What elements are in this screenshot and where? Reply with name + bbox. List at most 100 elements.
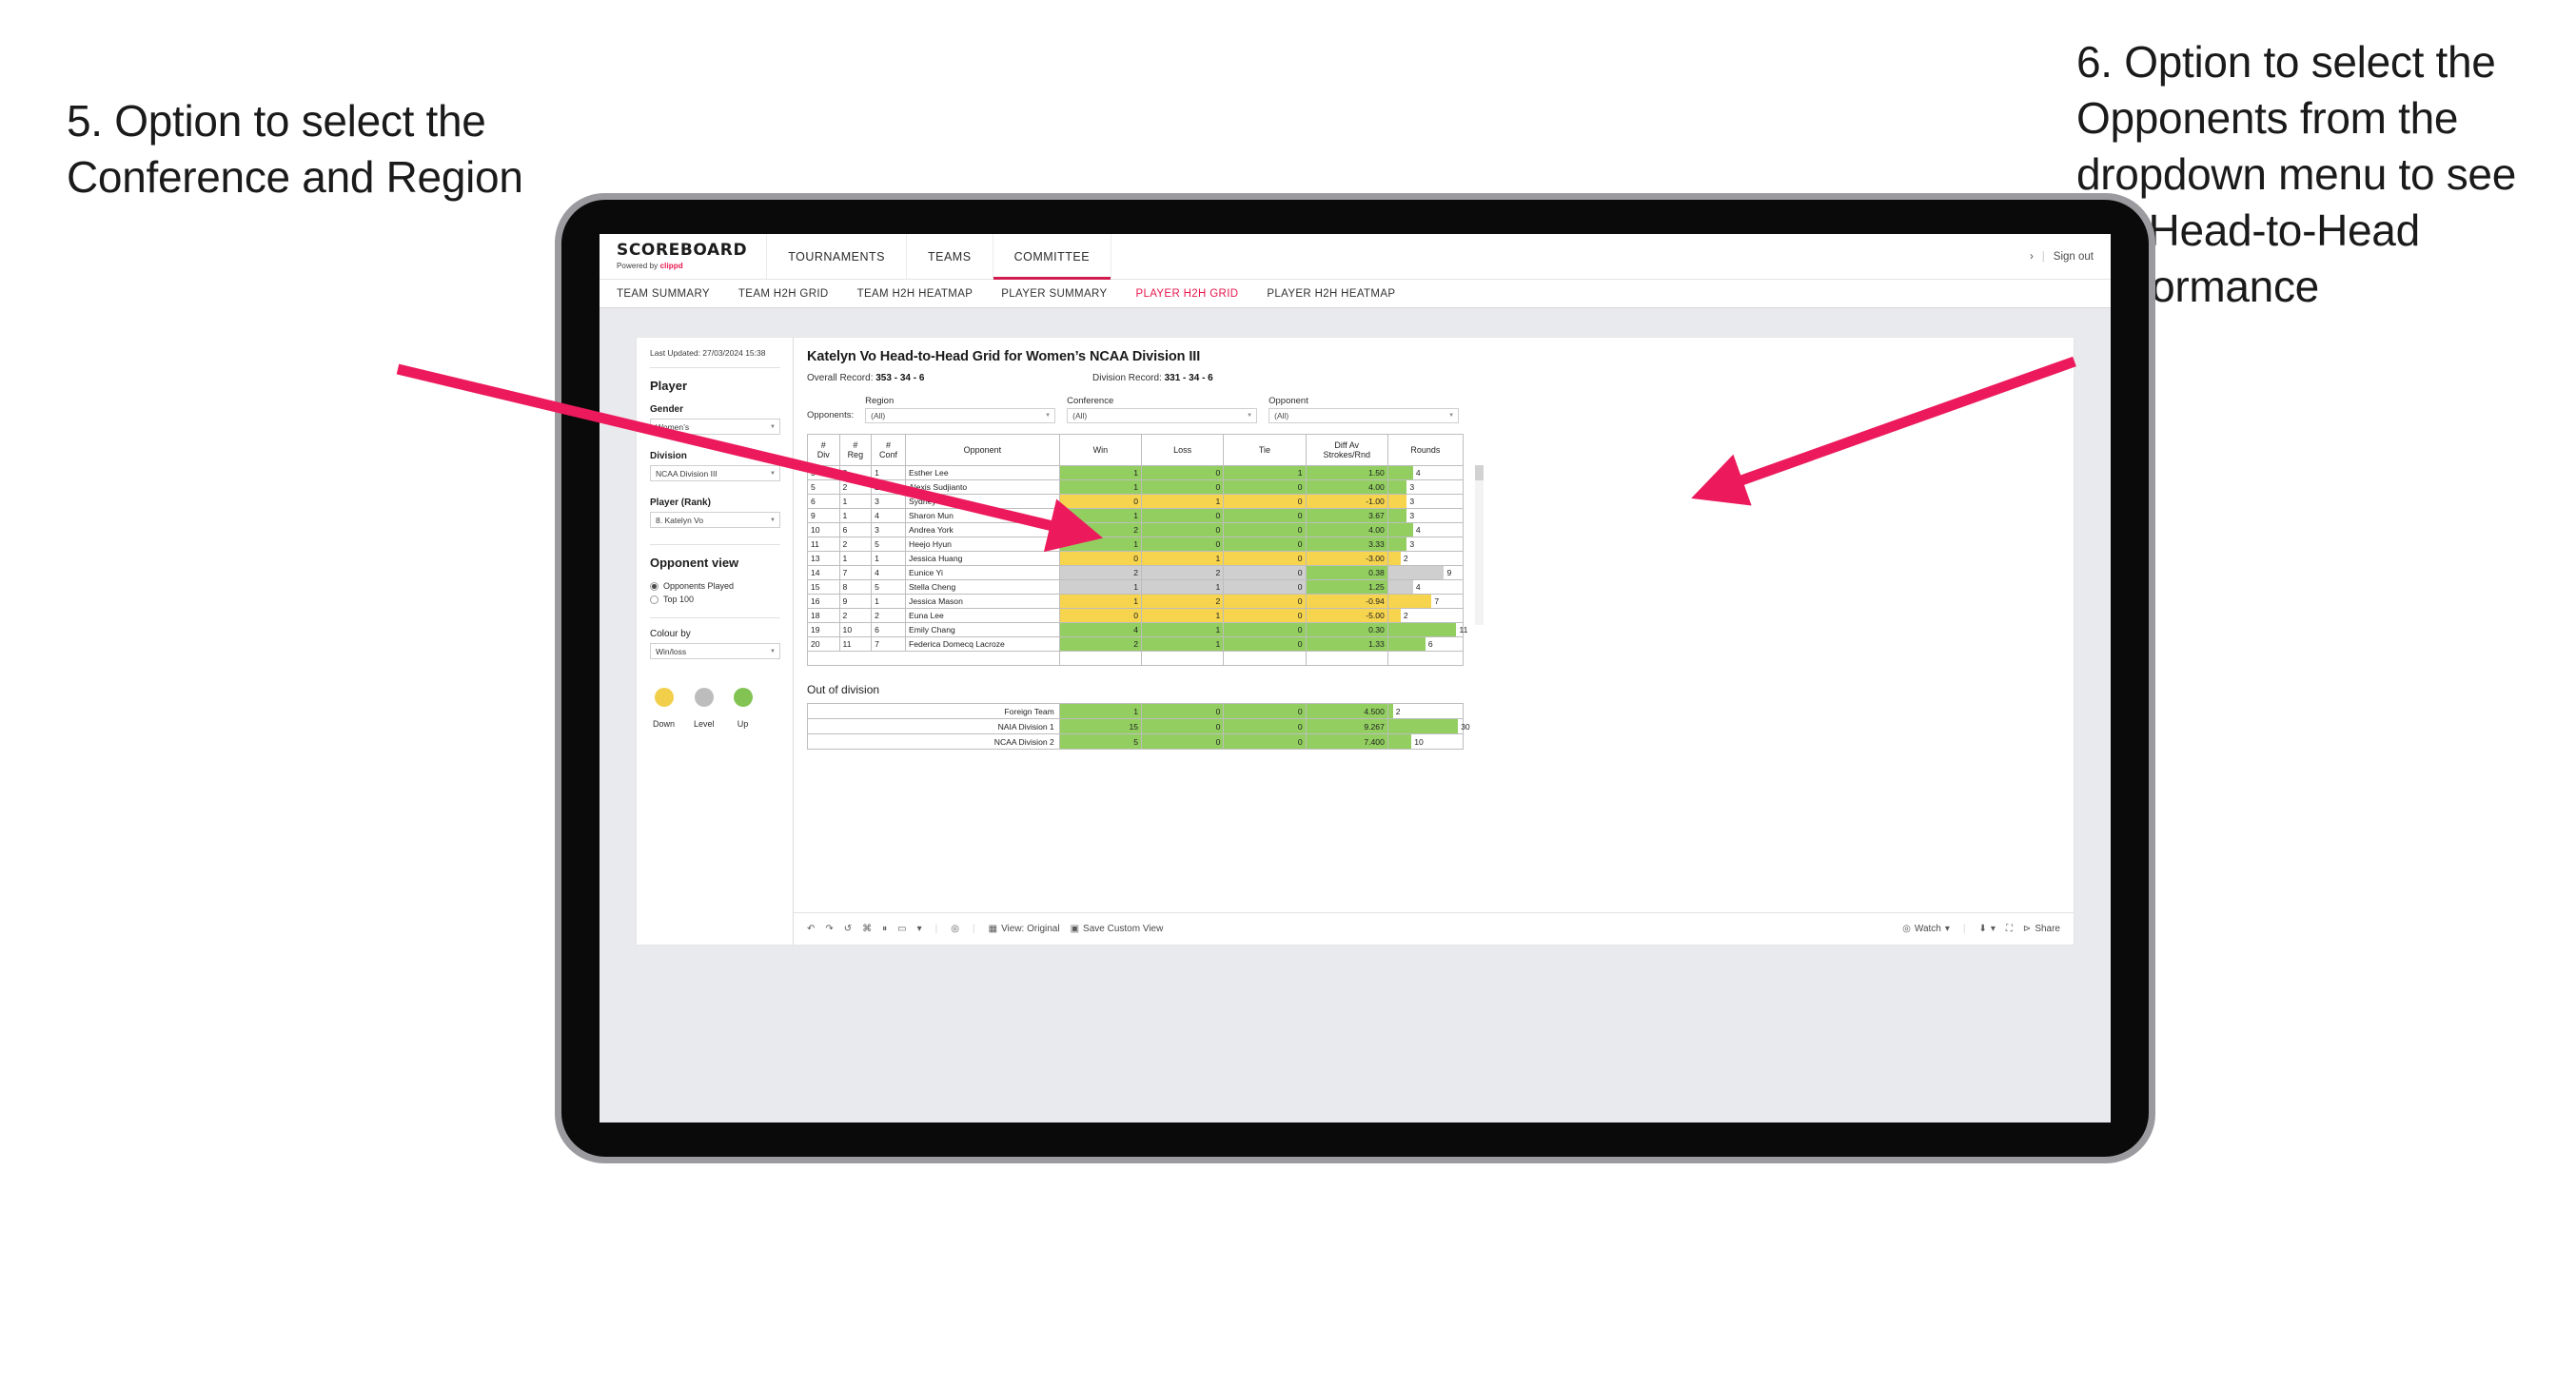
cell-div: 5 xyxy=(807,479,840,495)
chevron-down-icon: ▼ xyxy=(1247,413,1253,419)
cell-opponent: Federica Domecq Lacroze xyxy=(905,636,1060,652)
revert-icon[interactable]: ↺ xyxy=(844,924,852,934)
col-rounds[interactable]: Rounds xyxy=(1386,434,1465,466)
cell-div: 19 xyxy=(807,622,840,637)
account-chevron-icon[interactable]: › xyxy=(2030,251,2034,263)
nav-tab-teams[interactable]: TEAMS xyxy=(907,234,993,279)
col-win[interactable]: Win xyxy=(1058,434,1143,466)
col-reg[interactable]: # Reg xyxy=(838,434,873,466)
table-row[interactable]: 14 7 4 Eunice Yi 2 2 0 0.38 9 xyxy=(807,565,1465,580)
col-conf[interactable]: # Conf xyxy=(871,434,907,466)
cell-opponent: Jessica Huang xyxy=(905,551,1060,566)
redo-icon[interactable]: ↷ xyxy=(825,924,833,934)
clear-sheet-icon[interactable]: ▭ xyxy=(897,924,906,934)
colour-by-select[interactable]: Win/loss ▼ xyxy=(650,643,780,660)
cell-diff: 7.400 xyxy=(1305,733,1388,750)
divider: | xyxy=(934,924,938,934)
gender-select[interactable]: Women’s ▼ xyxy=(650,419,780,436)
col-tie[interactable]: Tie xyxy=(1223,434,1307,466)
undo-icon[interactable]: ↶ xyxy=(807,924,815,934)
table-row[interactable]: 10 6 3 Andrea York 2 0 0 4.00 4 xyxy=(807,522,1465,537)
opponent-select[interactable]: (All) ▼ xyxy=(1268,408,1460,423)
cell-rounds: 2 xyxy=(1386,608,1465,623)
table-row[interactable]: 3 3 1 Esther Lee 1 0 1 1.50 4 xyxy=(807,465,1465,480)
app-logo[interactable]: SCOREBOARD Powered by clippd xyxy=(600,234,768,279)
grid-scrollbar[interactable] xyxy=(1475,465,1484,625)
cell-opponent: Heejo Hyun xyxy=(905,537,1060,552)
sub-tab-player-summary[interactable]: PLAYER SUMMARY xyxy=(1001,288,1107,300)
table-row[interactable]: 16 9 1 Jessica Mason 1 2 0 -0.94 7 xyxy=(807,594,1465,609)
view-label: View: Original xyxy=(1001,924,1060,934)
cell-conf: 5 xyxy=(871,579,907,595)
table-row[interactable]: 6 1 3 Sydney Kuo 0 1 0 -1.00 3 xyxy=(807,494,1465,509)
fullscreen-icon[interactable]: ⛶ xyxy=(2006,924,2013,934)
radio-opponents-played[interactable]: Opponents Played xyxy=(650,581,780,591)
conference-value: (All) xyxy=(1072,411,1088,420)
table-row[interactable]: 18 2 2 Euna Lee 0 1 0 -5.00 2 xyxy=(807,608,1465,623)
view-original-button[interactable]: ▦ View: Original xyxy=(989,924,1060,934)
division-select[interactable]: NCAA Division III ▼ xyxy=(650,465,780,482)
region-select[interactable]: (All) ▼ xyxy=(865,408,1056,423)
share-icon: ⊳ xyxy=(2022,924,2032,934)
cell-win: 1 xyxy=(1058,479,1143,495)
table-row[interactable]: 20 11 7 Federica Domecq Lacroze 2 1 0 1.33 6 xyxy=(807,636,1465,652)
cell-diff: -5.00 xyxy=(1305,608,1388,623)
col-loss[interactable]: Loss xyxy=(1141,434,1225,466)
col-opponent[interactable]: Opponent xyxy=(905,434,1060,466)
table-row[interactable]: Foreign Team 1 0 0 4.500 2 xyxy=(807,703,1465,719)
share-button[interactable]: ⊳ Share xyxy=(2023,924,2060,934)
pause-icon[interactable]: ⏸ xyxy=(882,924,887,934)
cell-tie: 0 xyxy=(1223,579,1307,595)
chevron-down-icon: ▼ xyxy=(1448,413,1455,419)
refresh-icon[interactable]: ⌘ xyxy=(862,924,872,934)
table-row[interactable]: 9 1 4 Sharon Mun 1 0 0 3.67 3 xyxy=(807,508,1465,523)
cell-tie: 0 xyxy=(1223,479,1307,495)
watch-button[interactable]: ◎ Watch ▾ xyxy=(1902,924,1950,934)
cell-reg: 10 xyxy=(838,622,873,637)
col-diff[interactable]: Diff Av Strokes/Rnd xyxy=(1305,434,1388,466)
sub-tab-player-h2h-grid[interactable]: PLAYER H2H GRID xyxy=(1135,288,1238,300)
table-row[interactable]: 19 10 6 Emily Chang 4 1 0 0.30 11 xyxy=(807,622,1467,637)
cell-name: Foreign Team xyxy=(807,703,1060,719)
download-icon: ⬇ xyxy=(1978,924,1987,934)
viz-toolbar: ↶ ↷ ↺ ⌘ ⏸ ▭ ▾ | ◎ | ▦ View: Original ▣ S… xyxy=(794,912,2074,945)
radio-top-100[interactable]: Top 100 xyxy=(650,595,780,604)
sign-out-link[interactable]: Sign out xyxy=(2054,251,2094,263)
overall-record-label: Overall Record: xyxy=(807,373,876,383)
sub-tab-team-h2h-heatmap[interactable]: TEAM H2H HEATMAP xyxy=(857,288,973,300)
overall-record: Overall Record: 353 - 34 - 6 xyxy=(807,373,1092,383)
table-row[interactable]: 13 1 1 Jessica Huang 0 1 0 -3.00 2 xyxy=(807,551,1465,566)
division-filter: Division NCAA Division III ▼ xyxy=(650,451,780,482)
download-button[interactable]: ⬇ ▾ xyxy=(1979,924,1996,934)
table-row[interactable]: NCAA Division 2 5 0 0 7.400 10 xyxy=(807,733,1465,750)
radio-label: Opponents Played xyxy=(663,581,735,592)
player-rank-select[interactable]: 8. Katelyn Vo ▼ xyxy=(650,512,780,529)
cell-win: 2 xyxy=(1058,565,1143,580)
grid-scrollbar-thumb[interactable] xyxy=(1475,465,1484,480)
legend-dot-level xyxy=(694,688,714,708)
table-row-empty xyxy=(807,651,1465,666)
cell-reg: 9 xyxy=(838,594,873,609)
save-custom-view-button[interactable]: ▣ Save Custom View xyxy=(1071,924,1164,934)
chevron-down-icon[interactable]: ▾ xyxy=(917,924,922,934)
divider xyxy=(650,617,780,619)
table-row[interactable]: 5 2 2 Alexis Sudjianto 1 0 0 4.00 3 xyxy=(807,479,1465,495)
cell-opponent: Eunice Yi xyxy=(905,565,1060,580)
nav-tab-committee[interactable]: COMMITTEE xyxy=(993,234,1112,280)
table-row[interactable]: 15 8 5 Stella Cheng 1 1 0 1.25 4 xyxy=(807,579,1465,595)
table-row[interactable]: NAIA Division 1 15 0 0 9.267 30 xyxy=(807,718,1470,734)
table-row[interactable]: 11 2 5 Heejo Hyun 1 0 0 3.33 3 xyxy=(807,537,1465,552)
conference-select[interactable]: (All) ▼ xyxy=(1067,408,1258,423)
col-div[interactable]: # Div xyxy=(807,434,840,466)
cell-tie: 0 xyxy=(1223,565,1307,580)
cell-rounds: 2 xyxy=(1386,703,1465,719)
sub-tab-team-h2h-grid[interactable]: TEAM H2H GRID xyxy=(738,288,829,300)
sub-tab-team-summary[interactable]: TEAM SUMMARY xyxy=(617,288,710,300)
cell-diff: -3.00 xyxy=(1305,551,1388,566)
highlight-icon[interactable]: ◎ xyxy=(951,924,959,934)
nav-tab-tournaments[interactable]: TOURNAMENTS xyxy=(767,234,907,279)
cell-rounds: 3 xyxy=(1386,508,1465,523)
cell-opponent: Jessica Mason xyxy=(905,594,1060,609)
division-record: Division Record: 331 - 34 - 6 xyxy=(1092,373,1213,383)
sub-tab-player-h2h-heatmap[interactable]: PLAYER H2H HEATMAP xyxy=(1267,288,1395,300)
